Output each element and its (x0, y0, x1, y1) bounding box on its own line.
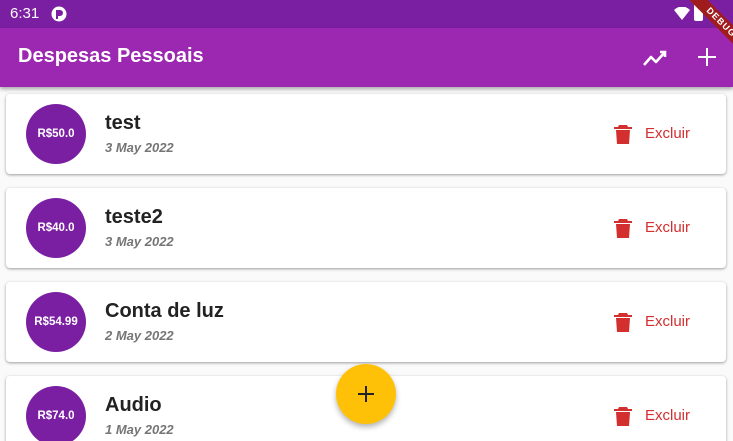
battery-icon (694, 4, 703, 21)
app-bar: Despesas Pessoais (0, 28, 733, 87)
delete-label: Excluir (645, 313, 691, 330)
trash-icon (614, 313, 632, 332)
transaction-card: R$50.0 test 3 May 2022 Excluir (6, 94, 726, 174)
page-title: Despesas Pessoais (18, 45, 204, 67)
status-bar: 6:31 (0, 0, 733, 28)
delete-button[interactable]: Excluir (610, 403, 710, 429)
transaction-card: R$54.99 Conta de luz 2 May 2022 Excluir (6, 282, 726, 362)
transaction-title: teste2 (105, 206, 163, 228)
trash-icon (614, 219, 632, 238)
add-icon (698, 48, 716, 66)
add-icon (358, 386, 374, 402)
transaction-card: R$40.0 teste2 3 May 2022 Excluir (6, 188, 726, 268)
trending-up-icon (643, 50, 667, 66)
status-time: 6:31 (10, 5, 40, 22)
delete-button[interactable]: Excluir (610, 309, 710, 335)
amount-avatar: R$50.0 (26, 104, 86, 164)
delete-button[interactable]: Excluir (610, 121, 710, 147)
chart-button[interactable] (640, 44, 670, 72)
transaction-title: Conta de luz (105, 300, 224, 322)
add-fab-button[interactable] (336, 364, 396, 424)
trash-icon (614, 407, 632, 426)
transaction-date: 3 May 2022 (105, 140, 174, 155)
delete-button[interactable]: Excluir (610, 215, 710, 241)
transaction-date: 3 May 2022 (105, 234, 174, 249)
transaction-title: Audio (105, 394, 162, 416)
trash-icon (614, 125, 632, 144)
transaction-title: test (105, 112, 141, 134)
wifi-icon (674, 6, 690, 25)
delete-label: Excluir (645, 219, 691, 236)
app-notification-icon (51, 6, 67, 22)
delete-label: Excluir (645, 407, 691, 424)
transaction-date: 1 May 2022 (105, 422, 174, 437)
delete-label: Excluir (645, 125, 691, 142)
transaction-date: 2 May 2022 (105, 328, 174, 343)
amount-avatar: R$74.0 (26, 386, 86, 441)
amount-avatar: R$54.99 (26, 292, 86, 352)
amount-avatar: R$40.0 (26, 198, 86, 258)
add-button[interactable] (692, 42, 722, 72)
